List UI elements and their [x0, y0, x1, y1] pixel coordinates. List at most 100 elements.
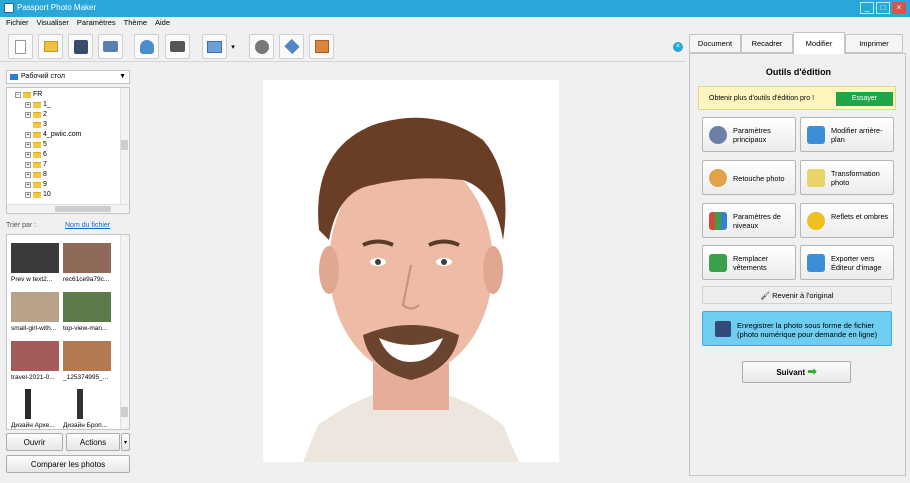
tab-modifier[interactable]: Modifier — [793, 32, 845, 54]
folder-icon — [33, 152, 41, 158]
expand-icon[interactable]: + — [25, 172, 31, 178]
thumbnail-item[interactable]: top-view-man... — [63, 292, 111, 336]
sort-by-filename-link[interactable]: Nom du fichier — [65, 222, 110, 229]
levels-settings-button[interactable]: Paramètres de niveaux — [702, 203, 796, 238]
folder-icon — [33, 192, 41, 198]
folder-select[interactable]: Рабочий стол ▼ — [6, 70, 130, 84]
expand-icon[interactable]: + — [25, 152, 31, 158]
tree-item[interactable]: +4_pwiic.com — [25, 130, 82, 140]
close-toolbar-icon[interactable]: × — [673, 42, 683, 52]
thumbnail-scrollbar[interactable] — [120, 235, 129, 429]
photo-transform-button[interactable]: Transformation photo — [800, 160, 894, 195]
menu-visualiser[interactable]: Visualiser — [37, 17, 69, 29]
replace-clothes-button[interactable]: Remplacer vêtements — [702, 245, 796, 280]
close-button[interactable]: × — [892, 2, 906, 14]
scrollbar-thumb[interactable] — [121, 140, 128, 150]
menu-bar: Fichier Visualiser Paramètres Thème Aide — [0, 17, 910, 29]
minimize-button[interactable]: _ — [860, 2, 874, 14]
magic-wand-icon — [807, 169, 825, 187]
folder-tree[interactable]: − FR +1_ +2 3 +4_pwiic.com +5 +6 +7 +8 +9… — [6, 87, 130, 214]
paint-bucket-icon — [807, 126, 825, 144]
photo-canvas[interactable] — [263, 80, 559, 462]
change-background-button[interactable]: Modifier arrière-plan — [800, 117, 894, 152]
user-photo-button[interactable] — [134, 34, 159, 59]
camera-button[interactable] — [165, 34, 190, 59]
sort-row: Trier par : Nom du fichier — [6, 222, 130, 232]
menu-theme[interactable]: Thème — [124, 17, 147, 29]
thumbnail-item[interactable]: Дизайн Броп... — [63, 389, 111, 429]
scrollbar-thumb[interactable] — [121, 407, 128, 417]
tree-item-label: FR — [33, 91, 43, 98]
try-button[interactable]: Essayer — [836, 92, 893, 106]
expand-icon[interactable]: + — [25, 192, 31, 198]
next-button[interactable]: Suivant ➡ — [742, 361, 851, 383]
tree-item[interactable]: − FR — [15, 90, 42, 100]
highlights-shadows-button[interactable]: Reflets et ombres — [800, 203, 894, 238]
thumbnail-image — [63, 292, 111, 322]
camera-icon — [170, 41, 185, 52]
gift-box-button[interactable] — [309, 34, 334, 59]
thumbnail-item[interactable]: travel-2021-0... — [11, 341, 59, 385]
folder-icon — [33, 122, 41, 128]
tree-item[interactable]: +5 — [25, 140, 47, 150]
toolbar: ▾ × — [0, 30, 686, 62]
tree-item[interactable]: +1_ — [25, 100, 51, 110]
maximize-button[interactable]: □ — [876, 2, 890, 14]
actions-dropdown-icon[interactable]: ▾ — [121, 433, 130, 451]
tree-item[interactable]: +6 — [25, 150, 47, 160]
expand-icon[interactable]: + — [25, 182, 31, 188]
main-settings-button[interactable]: Paramètres principaux — [702, 117, 796, 152]
print-button[interactable] — [98, 34, 123, 59]
folder-icon — [33, 162, 41, 168]
tree-item[interactable]: +7 — [25, 160, 47, 170]
tab-document[interactable]: Document — [689, 34, 741, 53]
scrollbar-thumb[interactable] — [55, 206, 111, 212]
tree-item[interactable]: 3 — [33, 120, 47, 130]
menu-aide[interactable]: Aide — [155, 17, 170, 29]
tree-item-label: 1_ — [43, 101, 51, 108]
tab-imprimer[interactable]: Imprimer — [845, 34, 903, 53]
tree-item-label: 4_pwiic.com — [43, 131, 82, 138]
film-reel-button[interactable] — [249, 34, 274, 59]
new-doc-button[interactable] — [8, 34, 33, 59]
compare-photos-button[interactable]: Comparer les photos — [6, 455, 130, 473]
open-folder-button[interactable] — [38, 34, 63, 59]
upload-box-button[interactable] — [279, 34, 304, 59]
menu-parametres[interactable]: Paramètres — [77, 17, 116, 29]
tree-item[interactable]: +2 — [25, 110, 47, 120]
thumbnail-item[interactable]: rec61ce9a79c... — [63, 243, 111, 287]
thumbnail-caption: travel-2021-0... — [11, 374, 55, 381]
export-editor-button[interactable]: Exporter vers Éditeur d'image — [800, 245, 894, 280]
tree-item[interactable]: +8 — [25, 170, 47, 180]
expand-icon[interactable]: + — [25, 162, 31, 168]
image-edit-dropdown[interactable]: ▾ — [229, 34, 237, 59]
promo-banner: Obtenir plus d'outils d'édition pro ! Es… — [698, 86, 896, 110]
thumbnail-item[interactable]: Дизайн Архе... — [11, 389, 59, 429]
expand-icon[interactable]: + — [25, 102, 31, 108]
expand-icon[interactable]: + — [25, 132, 31, 138]
tab-recadrer[interactable]: Recadrer — [741, 34, 793, 53]
collapse-icon[interactable]: − — [15, 92, 21, 98]
tree-item[interactable]: +10 — [25, 190, 51, 200]
actions-button[interactable]: Actions — [66, 433, 120, 451]
photo-retouch-button[interactable]: Retouche photo — [702, 160, 796, 195]
tree-horizontal-scrollbar[interactable] — [7, 204, 129, 213]
save-photo-button[interactable]: Enregistrer la photo sous forme de fichi… — [702, 311, 892, 346]
thumbnail-item[interactable]: Prev w text2... — [11, 243, 59, 287]
open-button[interactable]: Ouvrir — [6, 433, 63, 451]
tree-item[interactable]: +9 — [25, 180, 47, 190]
tree-vertical-scrollbar[interactable] — [120, 88, 129, 206]
save-disk-icon — [73, 39, 88, 54]
thumbnail-item[interactable]: small-girl-with... — [11, 292, 59, 336]
expand-icon[interactable]: + — [25, 142, 31, 148]
save-button[interactable] — [68, 34, 93, 59]
thumbnail-caption: top-view-man... — [63, 325, 108, 332]
new-doc-icon — [15, 39, 26, 54]
revert-original-button[interactable]: 🖌 Revenir à l'original — [702, 286, 892, 304]
thumbnail-item[interactable]: _125374995_... — [63, 341, 111, 385]
expand-icon[interactable]: + — [25, 112, 31, 118]
image-edit-button[interactable] — [202, 34, 227, 59]
menu-fichier[interactable]: Fichier — [6, 17, 29, 29]
tool-label: Exporter vers Éditeur d'image — [831, 254, 882, 272]
save-label: Enregistrer la photo sous forme de fichi… — [737, 321, 878, 339]
